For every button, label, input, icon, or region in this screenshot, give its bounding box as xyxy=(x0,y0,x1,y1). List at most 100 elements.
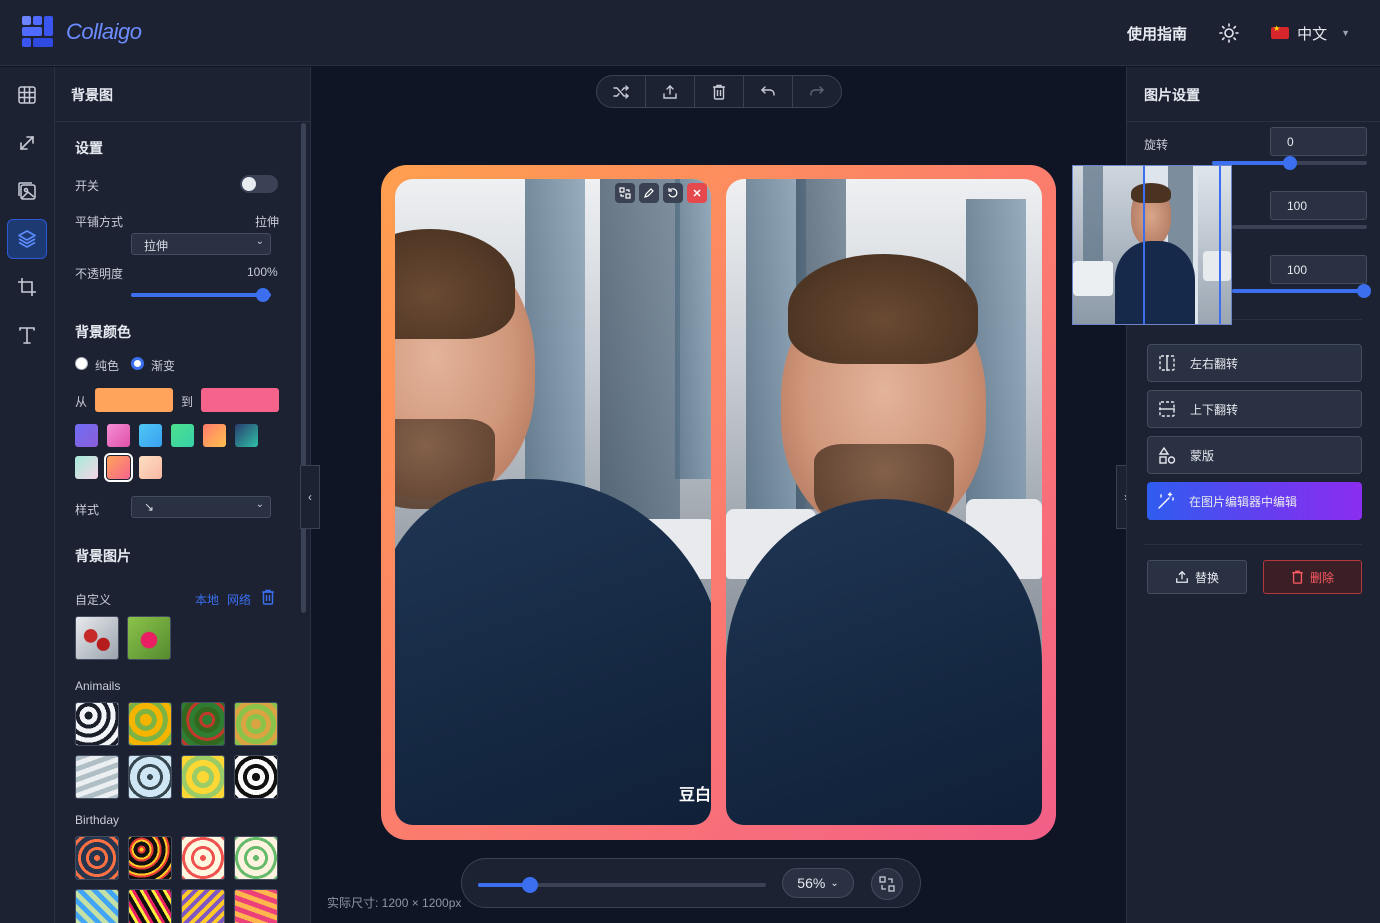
gradient-preset-selected[interactable] xyxy=(104,453,133,482)
gradient-preset[interactable] xyxy=(203,424,226,447)
layout-grid-button[interactable] xyxy=(7,75,47,115)
pattern-thumbnail[interactable] xyxy=(128,836,172,880)
gradient-preset[interactable] xyxy=(107,424,130,447)
pattern-thumbnail[interactable] xyxy=(181,889,225,923)
opacity-slider[interactable] xyxy=(131,288,271,302)
pattern-thumbnail[interactable] xyxy=(181,755,225,799)
pattern-thumbnail[interactable] xyxy=(128,889,172,923)
gradient-label: 渐变 xyxy=(151,359,176,373)
pattern-thumbnail[interactable] xyxy=(234,702,278,746)
rotate-input[interactable]: 0 xyxy=(1270,127,1367,156)
undo-button[interactable] xyxy=(744,76,793,107)
zoom-slider-thumb[interactable] xyxy=(522,877,538,893)
replace-button[interactable]: 替换 xyxy=(1147,560,1247,594)
panel-scrollbar[interactable] xyxy=(301,123,306,613)
to-label: 到 xyxy=(181,395,194,409)
pattern-thumbnail[interactable] xyxy=(181,836,225,880)
theme-toggle-sun-icon[interactable] xyxy=(1219,23,1239,43)
pattern-thumbnail[interactable] xyxy=(181,702,225,746)
photo-cell-right[interactable] xyxy=(726,179,1042,825)
pattern-thumbnail[interactable] xyxy=(75,755,119,799)
gradient-radio[interactable] xyxy=(131,357,144,370)
gradient-preset[interactable] xyxy=(139,456,162,479)
text-button[interactable] xyxy=(7,315,47,355)
edit-photo-button[interactable] xyxy=(639,183,659,203)
background-switch[interactable] xyxy=(240,175,278,193)
to-color-picker[interactable] xyxy=(201,388,279,412)
network-link[interactable]: 网络 xyxy=(227,591,251,608)
swap-photo-button[interactable] xyxy=(615,183,635,203)
gradient-style-value: ↘ xyxy=(144,500,155,514)
collage-frame[interactable]: 豆白 xyxy=(381,165,1056,840)
redo-icon xyxy=(810,85,824,96)
pattern-thumbnail[interactable] xyxy=(75,702,119,746)
crop-button[interactable] xyxy=(7,267,47,307)
setting-slider-2[interactable] xyxy=(1232,225,1367,229)
photo-cell-left[interactable]: 豆白 xyxy=(395,179,711,825)
delete-label: 删除 xyxy=(1309,570,1334,585)
trash-icon[interactable] xyxy=(261,589,275,608)
flip-horizontal-button[interactable]: 左右翻转 xyxy=(1147,344,1362,382)
pattern-thumbnail[interactable] xyxy=(234,836,278,880)
zoom-select[interactable]: 56% ⌄ xyxy=(782,868,854,898)
setting-slider-3[interactable] xyxy=(1232,284,1371,298)
flip-horizontal-icon xyxy=(1159,355,1175,371)
custom-bg-thumbnail[interactable] xyxy=(127,616,171,660)
delete-button[interactable] xyxy=(695,76,744,107)
fit-to-screen-button[interactable] xyxy=(871,868,903,900)
pattern-thumbnail[interactable] xyxy=(128,755,172,799)
mask-button[interactable]: 蒙版 xyxy=(1147,436,1362,474)
value-input-3[interactable]: 100 xyxy=(1270,255,1367,284)
chevron-left-icon: ‹ xyxy=(308,490,312,504)
slider-thumb[interactable] xyxy=(1357,284,1371,298)
slider-thumb[interactable] xyxy=(256,288,270,302)
pattern-thumbnail[interactable] xyxy=(128,702,172,746)
rotate-slider[interactable] xyxy=(1212,156,1367,170)
solid-radio[interactable] xyxy=(75,357,88,370)
open-in-editor-button[interactable]: 在图片编辑器中编辑 xyxy=(1147,482,1362,520)
gradient-preset[interactable] xyxy=(235,424,258,447)
resize-button[interactable] xyxy=(7,123,47,163)
canvas-toolbar xyxy=(596,75,842,108)
replace-label: 替换 xyxy=(1194,570,1219,585)
tile-mode-select[interactable]: 拉伸 ⌄ xyxy=(131,233,271,255)
shuffle-button[interactable] xyxy=(597,76,646,107)
local-upload-link[interactable]: 本地 xyxy=(195,591,219,608)
pattern-thumbnail[interactable] xyxy=(234,755,278,799)
from-color-picker[interactable] xyxy=(95,388,173,412)
redo-button[interactable] xyxy=(793,76,841,107)
custom-bg-thumbnail[interactable] xyxy=(75,616,119,660)
remove-photo-button[interactable] xyxy=(687,183,707,203)
collapse-left-panel-button[interactable]: ‹ xyxy=(300,465,320,529)
pattern-thumbnail[interactable] xyxy=(234,889,278,923)
gradient-preset[interactable] xyxy=(75,456,98,479)
gradient-style-select[interactable]: ↘ ⌄ xyxy=(131,496,271,518)
export-button[interactable] xyxy=(646,76,695,107)
value-input-2[interactable]: 100 xyxy=(1270,191,1367,220)
gradient-preset[interactable] xyxy=(75,424,98,447)
language-label: 中文 xyxy=(1297,25,1328,43)
image-button[interactable] xyxy=(7,171,47,211)
flip-vertical-button[interactable]: 上下翻转 xyxy=(1147,390,1362,428)
magic-wand-icon xyxy=(1158,492,1174,509)
slider-thumb[interactable] xyxy=(1283,156,1297,170)
zoom-slider[interactable] xyxy=(478,877,766,893)
language-select[interactable]: 中文 ▼ xyxy=(1271,23,1350,44)
flip-horizontal-label: 左右翻转 xyxy=(1190,356,1239,371)
fit-screen-icon xyxy=(879,876,895,892)
app-name: Collaigo xyxy=(66,19,142,44)
pattern-thumbnail[interactable] xyxy=(75,889,119,923)
animals-label: Animails xyxy=(75,679,121,693)
pattern-thumbnail[interactable] xyxy=(75,836,119,880)
switch-label: 开关 xyxy=(75,179,100,193)
delete-image-button[interactable]: 删除 xyxy=(1263,560,1362,594)
chevron-down-icon: ⌄ xyxy=(830,877,839,889)
reset-photo-button[interactable] xyxy=(663,183,683,203)
gradient-preset[interactable] xyxy=(171,424,194,447)
gradient-preset[interactable] xyxy=(139,424,162,447)
watermark-text: 豆白 xyxy=(678,787,711,804)
shuffle-icon xyxy=(613,84,629,99)
logo[interactable]: Collaigo xyxy=(22,16,142,48)
guide-link[interactable]: 使用指南 xyxy=(1127,23,1187,44)
background-layers-button[interactable] xyxy=(7,219,47,259)
